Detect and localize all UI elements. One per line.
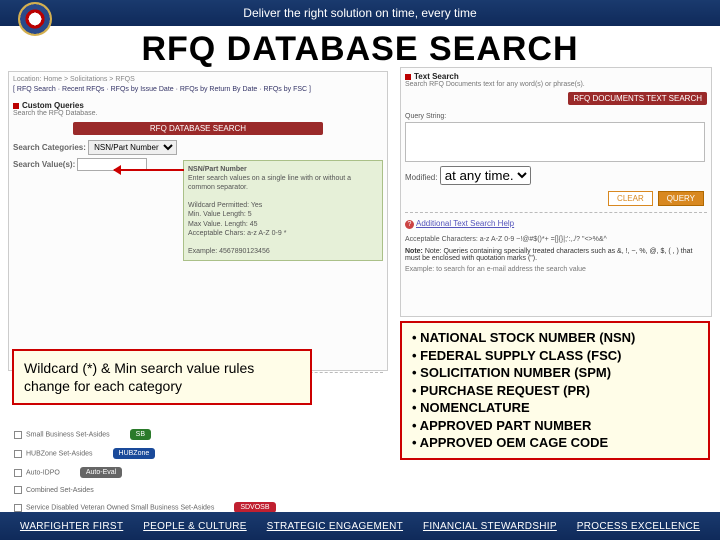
checkbox[interactable]: [14, 504, 22, 512]
modified-label: Modified:: [405, 173, 437, 182]
bullet-icon: [13, 103, 19, 109]
search-panel-header: RFQ DATABASE SEARCH: [73, 122, 323, 135]
search-values-label: Search Value(s):: [13, 160, 75, 169]
query-button[interactable]: QUERY: [658, 191, 704, 206]
text-search-panel: Text Search Search RFQ Documents text fo…: [400, 67, 712, 317]
modified-select[interactable]: at any time.: [440, 166, 531, 185]
categories-list-overlay: • NATIONAL STOCK NUMBER (NSN) • FEDERAL …: [400, 321, 710, 460]
wildcard-note-overlay: Wildcard (*) & Min search value rules ch…: [12, 349, 312, 405]
setaside-options: Small Business Set-AsidesSB HUBZone Set-…: [14, 421, 384, 521]
search-categories-label: Search Categories:: [13, 143, 86, 152]
text-clear-button[interactable]: CLEAR: [608, 191, 653, 206]
rfq-search-panel: Location: Home > Solicitations > RFQS [ …: [8, 71, 388, 371]
breadcrumb: Location: Home > Solicitations > RFQS: [13, 76, 383, 83]
text-search-sub: Search RFQ Documents text for any word(s…: [405, 81, 707, 88]
checkbox[interactable]: [14, 431, 22, 439]
search-values-row: Search Value(s): NSN/Part Number Enter s…: [13, 158, 383, 261]
agency-seal-icon: [18, 2, 52, 36]
custom-queries-sub: Search the RFQ Database.: [13, 110, 383, 117]
query-string-label: Query String:: [405, 113, 707, 120]
tab-links[interactable]: [ RFQ Search · Recent RFQs · RFQs by Iss…: [13, 86, 383, 93]
header-bar: Deliver the right solution on time, ever…: [0, 0, 720, 26]
bullet-icon: [405, 74, 411, 80]
custom-queries-title: Custom Queries: [22, 101, 84, 110]
help-icon: ?: [405, 220, 414, 229]
page-title: RFQ DATABASE SEARCH: [0, 26, 720, 71]
checkbox[interactable]: [14, 450, 22, 458]
search-categories-row: Search Categories: NSN/Part Number: [13, 140, 383, 155]
help-link[interactable]: Additional Text Search Help: [416, 219, 514, 228]
checkbox[interactable]: [14, 486, 22, 494]
search-categories-select[interactable]: NSN/Part Number: [88, 140, 177, 155]
arrow-icon: [114, 169, 184, 171]
text-search-header: RFQ DOCUMENTS TEXT SEARCH: [568, 92, 707, 105]
footer-link[interactable]: FINANCIAL STEWARDSHIP: [423, 521, 557, 532]
query-string-input[interactable]: [405, 122, 705, 162]
acceptable-chars: Acceptable Characters: a-z A-Z 0-9 ~!@#$…: [405, 235, 707, 244]
text-search-title: Text Search: [414, 72, 459, 81]
callout-title: NSN/Part Number: [188, 166, 247, 173]
footer-bar: WARFIGHTER FIRST PEOPLE & CULTURE STRATE…: [0, 512, 720, 540]
header-tagline: Deliver the right solution on time, ever…: [243, 6, 476, 20]
footer-link[interactable]: STRATEGIC ENGAGEMENT: [267, 521, 403, 532]
footer-link[interactable]: PEOPLE & CULTURE: [143, 521, 247, 532]
hint-callout: NSN/Part Number Enter search values on a…: [183, 160, 383, 261]
checkbox[interactable]: [14, 469, 22, 477]
footer-link[interactable]: PROCESS EXCELLENCE: [577, 521, 700, 532]
example-text: Example: to search for an e-mail address…: [405, 266, 707, 273]
note-text: Note: Queries containing specially treat…: [405, 248, 692, 262]
footer-link[interactable]: WARFIGHTER FIRST: [20, 521, 123, 532]
